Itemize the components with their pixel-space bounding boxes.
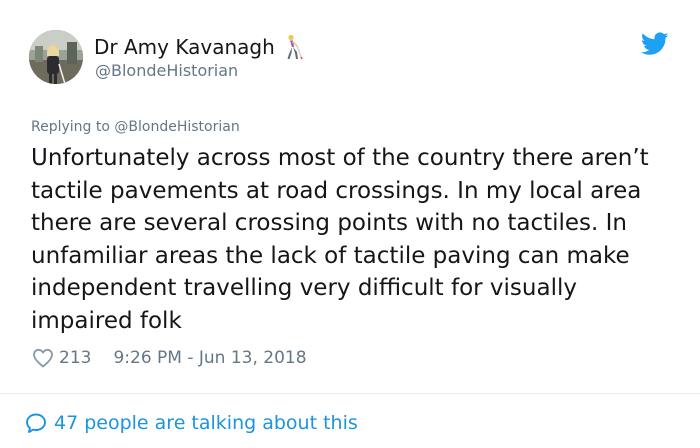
- avatar[interactable]: [29, 30, 83, 84]
- speech-bubble-icon: [24, 411, 48, 435]
- person-with-white-cane-icon: [281, 34, 303, 60]
- author-name-text: Dr Amy Kavanagh: [94, 35, 275, 59]
- tweet-timestamp[interactable]: 9:26 PM - Jun 13, 2018: [113, 347, 306, 369]
- conversation-link[interactable]: 47 people are talking about this: [24, 411, 358, 435]
- author-display-name[interactable]: Dr Amy Kavanagh: [94, 34, 303, 60]
- like-count[interactable]: 213: [59, 347, 91, 369]
- tweet-card: Dr Amy Kavanagh @BlondeHistorian Replyin…: [0, 0, 700, 448]
- divider: [0, 393, 700, 394]
- reply-mention-link[interactable]: @BlondeHistorian: [114, 119, 239, 135]
- twitter-bird-icon[interactable]: [640, 32, 669, 56]
- reply-prefix: Replying to: [31, 119, 110, 135]
- tweet-meta: 213 9:26 PM - Jun 13, 2018: [31, 346, 307, 370]
- reply-context: Replying to @BlondeHistorian: [31, 118, 240, 136]
- heart-outline-icon[interactable]: [31, 346, 55, 370]
- tweet-text: Unfortunately across most of the country…: [31, 145, 649, 334]
- conversation-label: 47 people are talking about this: [54, 412, 358, 434]
- author-handle[interactable]: @BlondeHistorian: [95, 61, 238, 81]
